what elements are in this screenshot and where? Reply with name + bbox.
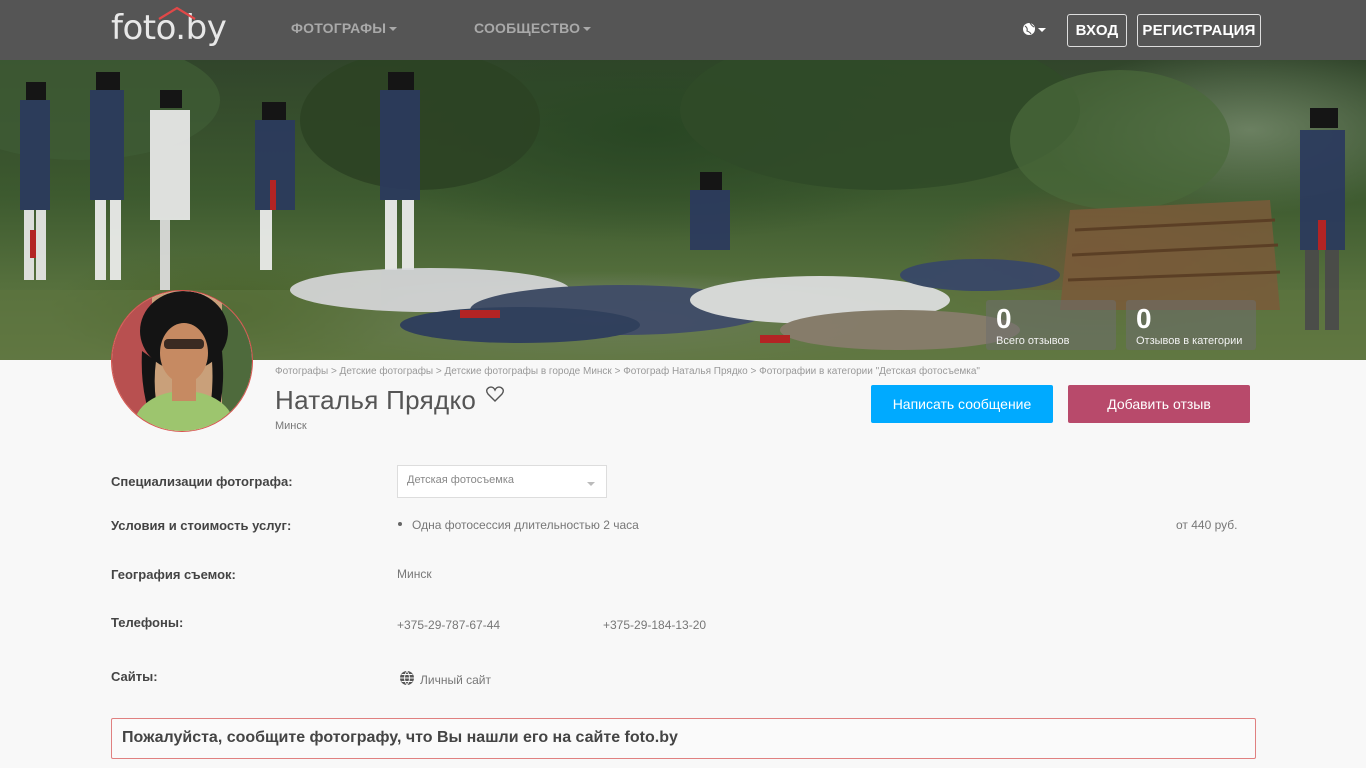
total-reviews-stat: 0 Всего отзывов: [986, 300, 1116, 350]
avatar-portrait: [112, 291, 252, 431]
photographer-name: Наталья Прядко: [275, 385, 477, 415]
notice-banner: Пожалуйста, сообщите фотографу, что Вы н…: [111, 718, 1256, 759]
category-reviews-count: 0: [1136, 303, 1152, 334]
specializations-label: Специализации фотографа:: [111, 474, 293, 489]
site-logo[interactable]: foto.by: [111, 6, 227, 48]
category-reviews-label: Отзывов в категории: [1136, 335, 1243, 347]
total-reviews-count: 0: [996, 303, 1012, 334]
photographer-city: Минск: [275, 420, 307, 432]
phone-1[interactable]: +375-29-787-67-44: [397, 618, 500, 632]
write-message-button[interactable]: Написать сообщение: [871, 385, 1053, 423]
geography-value: Минск: [397, 567, 432, 581]
specialization-select[interactable]: Детская фотосъемка: [397, 465, 607, 498]
nav-community-label: СООБЩЕСТВО: [474, 20, 581, 36]
add-review-button[interactable]: Добавить отзыв: [1068, 385, 1250, 423]
nav-community[interactable]: СООБЩЕСТВО: [474, 20, 592, 36]
register-button[interactable]: РЕГИСТРАЦИЯ: [1137, 14, 1261, 47]
service-item: Одна фотосессия длительностью 2 часа: [412, 518, 639, 532]
login-button[interactable]: ВХОД: [1067, 14, 1127, 47]
top-navbar: foto.by ФОТОГРАФЫ СООБЩЕСТВО ВХОД РЕГИСТ…: [0, 0, 1366, 60]
services-label: Условия и стоимость услуг:: [111, 518, 292, 533]
sites-label: Сайты:: [111, 669, 158, 684]
bullet: [398, 522, 402, 526]
service-price: от 440 руб.: [1176, 518, 1238, 532]
nav-photographers-label: ФОТОГРАФЫ: [291, 20, 387, 36]
total-reviews-label: Всего отзывов: [996, 335, 1070, 347]
chevron-down-icon: [583, 27, 592, 32]
chevron-down-icon: [587, 482, 595, 486]
globe-icon[interactable]: [1022, 21, 1048, 39]
phone-2[interactable]: +375-29-184-13-20: [603, 618, 706, 632]
logo-roof-icon: [158, 6, 196, 20]
globe-icon: [400, 670, 414, 686]
chevron-down-icon: [389, 27, 398, 32]
personal-site-link[interactable]: Личный сайт: [420, 673, 491, 687]
nav-photographers[interactable]: ФОТОГРАФЫ: [291, 20, 398, 36]
breadcrumb[interactable]: Фотографы > Детские фотографы > Детские …: [275, 366, 980, 377]
phones-label: Телефоны:: [111, 615, 184, 630]
specialization-selected: Детская фотосъемка: [407, 474, 514, 486]
heart-icon[interactable]: [486, 386, 504, 402]
geography-label: География съемок:: [111, 567, 236, 582]
category-reviews-stat: 0 Отзывов в категории: [1126, 300, 1256, 350]
avatar: [111, 290, 253, 432]
